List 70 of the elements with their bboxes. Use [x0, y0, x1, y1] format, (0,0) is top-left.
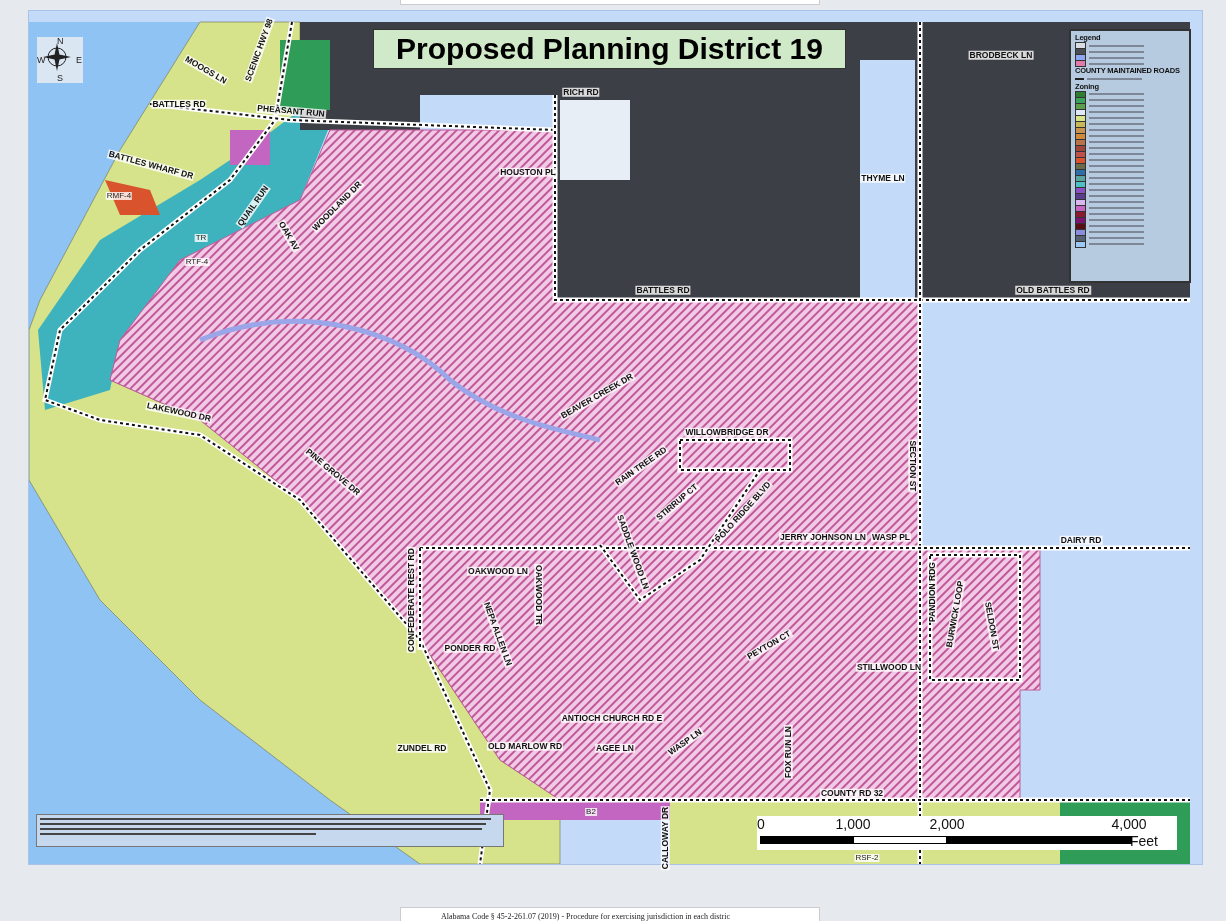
legend-text-drawing	[1089, 135, 1144, 138]
legend-text-drawing	[1089, 219, 1144, 222]
legend-text-drawing	[1089, 56, 1144, 59]
road-label: FOX RUN LN	[783, 725, 793, 779]
legend-text-drawing	[1089, 93, 1144, 96]
road-label: HOUSTON PL	[499, 167, 557, 177]
legend-text-drawing	[1089, 50, 1144, 53]
road-label: THYME LN	[860, 173, 906, 183]
legend-text-drawing	[1089, 231, 1144, 234]
road-label: BATTLES RD	[151, 99, 207, 109]
road-label: RICH RD	[562, 87, 600, 97]
map-title: Proposed Planning District 19	[373, 29, 846, 69]
road-label: PANDION RDG	[927, 561, 937, 623]
road-label: STILLWOOD LN	[855, 662, 923, 672]
zone-code-label: B2	[585, 808, 597, 816]
legend-text-drawing	[1089, 171, 1144, 174]
legend-text-drawing	[1089, 123, 1144, 126]
page-caption: Alabama Code § 45-2-261.07 (2019) - Procedure for exercising jurisdiction in each distric	[400, 907, 820, 921]
road-label: SECTION ST	[908, 439, 918, 493]
scale-label: 0	[757, 816, 765, 832]
legend-text-drawing	[1089, 111, 1144, 114]
road-label: OLD BATTLES RD	[1015, 285, 1091, 295]
road-label: WASP PL	[870, 532, 912, 542]
legend-text-drawing	[1089, 213, 1144, 216]
legend-text-drawing	[1089, 165, 1144, 168]
zone-parcel	[105, 180, 160, 215]
road-label: COUNTY RD 32	[819, 788, 885, 798]
road-label: AGEE LN	[595, 743, 635, 753]
road-label: OLD MARLOW RD	[486, 741, 564, 751]
legend-text-drawing	[1089, 189, 1144, 192]
legend-text-drawing	[1089, 159, 1144, 162]
legend-text-drawing	[1089, 117, 1144, 120]
legend-text-drawing	[1089, 99, 1144, 102]
road-label: WILLOWBRIDGE DR	[684, 427, 770, 437]
road-label: JERRY JOHNSON LN	[779, 532, 867, 542]
legend-text-drawing	[1089, 153, 1144, 156]
legend-text-drawing	[1089, 207, 1144, 210]
road-label: CALLOWAY DR	[660, 805, 670, 871]
road-label: CONFEDERATE REST RD	[406, 547, 416, 653]
legend-text-drawing	[1089, 243, 1144, 246]
road-label: BATTLES RD	[635, 285, 691, 295]
road-label: ANTIOCH CHURCH RD E	[560, 713, 664, 723]
legend-text-drawing	[1089, 195, 1144, 198]
compass-letter: S	[57, 74, 63, 83]
road-label: DAIRY RD	[1059, 535, 1103, 545]
legend-text-drawing	[1089, 62, 1144, 65]
scale-label: 1,000	[835, 816, 871, 832]
legend-text-drawing	[1089, 177, 1144, 180]
road-label: ZUNDEL RD	[396, 743, 448, 753]
legend-text-drawing	[1089, 129, 1144, 132]
compass-letter: N	[57, 37, 64, 46]
compass-letter: E	[76, 56, 82, 65]
legend-text-drawing	[1089, 141, 1144, 144]
legend-text-drawing	[1089, 105, 1144, 108]
legend-text-drawing	[1089, 237, 1144, 240]
legend-text-drawing	[1089, 44, 1144, 47]
compass-letter: W	[37, 56, 46, 65]
legend-text-drawing	[1089, 147, 1144, 150]
scale-label: 2,000	[929, 816, 965, 832]
zone-code-label: RTF-4	[184, 258, 210, 266]
zone-code-label: RSF-2	[854, 854, 880, 862]
road-label: BRODBECK LN	[968, 50, 1034, 60]
zone-code-label: TR	[194, 234, 208, 242]
legend-text-drawing	[1089, 183, 1144, 186]
road-label: OAKWOOD LN	[467, 566, 529, 576]
zone-code-label: RMF-4	[105, 192, 133, 200]
legend-text-drawing	[1089, 225, 1144, 228]
road-label: OAKWOOD TR	[534, 564, 544, 626]
legend-text-drawing	[1089, 201, 1144, 204]
scale-label: 4,000	[1111, 816, 1147, 832]
